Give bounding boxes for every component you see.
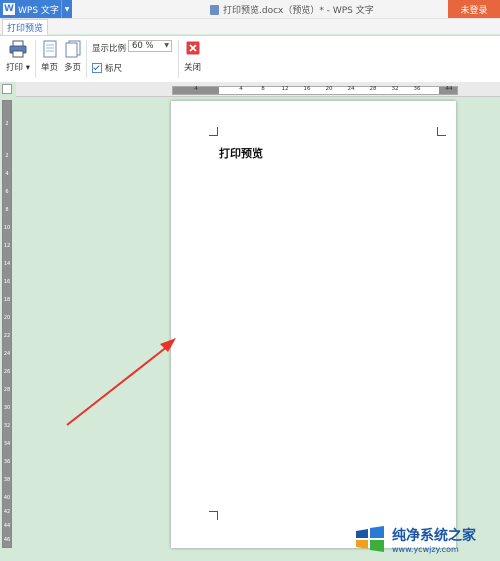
login-button[interactable]: 未登录 — [448, 0, 500, 18]
ruler-corner-icon[interactable] — [2, 84, 12, 94]
multi-page-label: 多页 — [64, 63, 82, 73]
crop-mark — [437, 127, 446, 136]
ruler-tick: 32 — [3, 423, 11, 429]
zoom-label: 显示比例 — [92, 44, 127, 54]
checkbox-checked-icon — [92, 63, 102, 73]
single-page-button[interactable]: 单页 — [41, 40, 58, 73]
zoom-select[interactable]: 60 % ▼ — [128, 40, 172, 52]
ruler-tick: 24 — [3, 351, 11, 357]
ruler-tick: 16 — [3, 279, 11, 285]
ruler-tick: 30 — [3, 405, 11, 411]
ruler-tick: 12 — [3, 243, 11, 249]
ruler-tick: 18 — [3, 297, 11, 303]
page-heading: 打印预览 — [219, 147, 263, 160]
print-label: 打印 — [6, 63, 24, 73]
ruler-tick: 44 — [445, 86, 453, 92]
ruler-tick: 4 — [194, 86, 198, 92]
ruler-tick: 8 — [261, 86, 265, 92]
print-button[interactable]: 打印 ▾ — [6, 40, 30, 73]
preview-page: 打印预览 — [171, 101, 456, 548]
vertical-ruler[interactable]: 2 2 4 6 8 10 12 14 16 18 20 22 24 26 28 … — [2, 100, 12, 548]
multi-page-button[interactable]: 多页 — [64, 40, 81, 73]
ruler-label: 标尺 — [105, 64, 123, 74]
ruler-tick: 6 — [5, 189, 9, 195]
ruler-tick: 16 — [303, 86, 311, 92]
chevron-down-icon[interactable]: ▼ — [61, 0, 72, 18]
ruler-tick: 36 — [3, 459, 11, 465]
tab-bar: 打印预览 — [0, 19, 500, 35]
ruler-tick: 28 — [369, 86, 377, 92]
ruler-tick: 14 — [3, 261, 11, 267]
single-page-icon — [43, 40, 56, 58]
wps-logo-icon: W — [3, 3, 15, 15]
ruler-tick: 4 — [5, 171, 9, 177]
crop-mark — [209, 511, 218, 520]
document-icon — [210, 4, 219, 15]
divider — [178, 40, 179, 78]
divider — [86, 40, 87, 78]
ruler-tick: 42 — [3, 509, 11, 515]
document-title: 打印预览.docx（预览）* - WPS 文字 — [210, 3, 374, 16]
app-menu-button[interactable]: W WPS 文字 ▼ — [0, 0, 72, 18]
ruler-tick: 24 — [347, 86, 355, 92]
watermark: 纯净系统之家 www.ycwjzy.com — [348, 517, 500, 561]
ruler-tick: 26 — [3, 369, 11, 375]
ribbon-toolbar: 打印 ▾ 单页 多页 显示比例 60 % ▼ 标尺 关闭 — [0, 35, 500, 83]
ruler-tick: 2 — [5, 121, 9, 127]
divider — [35, 40, 36, 78]
ruler-tick: 20 — [325, 86, 333, 92]
document-title-text: 打印预览.docx（预览）* - WPS 文字 — [223, 6, 374, 16]
ruler-tick: 46 — [3, 537, 11, 543]
watermark-url: www.ycwjzy.com — [392, 544, 459, 554]
ruler-tick: 10 — [3, 225, 11, 231]
app-name: WPS 文字 — [18, 5, 59, 16]
ruler-tick: 8 — [5, 207, 9, 213]
ruler-tick: 4 — [239, 86, 243, 92]
ruler-tick: 38 — [3, 477, 11, 483]
chevron-down-icon: ▼ — [164, 42, 169, 49]
printer-icon — [9, 40, 27, 58]
ruler-tick: 44 — [3, 523, 11, 529]
ruler-tick: 20 — [3, 315, 11, 321]
watermark-logo-icon — [354, 523, 386, 555]
tab-print-preview[interactable]: 打印预览 — [2, 19, 48, 35]
ruler-tick: 34 — [3, 441, 11, 447]
zoom-value: 60 % — [132, 41, 154, 51]
ruler-tick: 2 — [5, 153, 9, 159]
watermark-title: 纯净系统之家 — [392, 527, 476, 544]
ruler-tick: 36 — [413, 86, 421, 92]
single-page-label: 单页 — [41, 63, 59, 73]
close-icon — [186, 41, 199, 55]
ruler-checkbox[interactable]: 标尺 — [92, 62, 122, 74]
horizontal-ruler[interactable]: 4 4 8 12 16 20 24 28 32 36 44 — [172, 86, 458, 95]
close-label: 关闭 — [184, 63, 202, 73]
ruler-tick: 28 — [3, 387, 11, 393]
ruler-tick: 22 — [3, 333, 11, 339]
close-preview-button[interactable]: 关闭 — [184, 41, 201, 73]
ruler-tick: 32 — [391, 86, 399, 92]
crop-mark — [209, 127, 218, 136]
multi-page-icon — [65, 40, 80, 58]
ruler-tick: 40 — [3, 495, 11, 501]
ruler-tick: 12 — [281, 86, 289, 92]
title-bar: W WPS 文字 ▼ 打印预览.docx（预览）* - WPS 文字 未登录 — [0, 0, 500, 19]
